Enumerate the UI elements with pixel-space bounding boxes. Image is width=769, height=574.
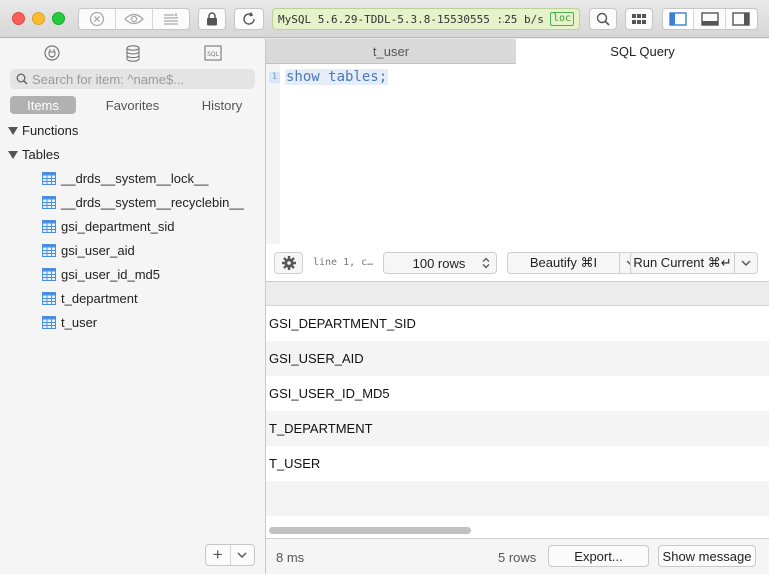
table-item-label: gsi_user_id_md5 xyxy=(61,266,161,282)
table-row[interactable]: GSI_USER_AID xyxy=(266,341,769,376)
table-item[interactable]: gsi_user_aid xyxy=(42,241,135,259)
sidebar-icon-bar: SQL xyxy=(0,39,266,66)
chevron-down-icon xyxy=(741,260,751,266)
beautify-button[interactable]: Beautify ⌘I xyxy=(507,252,620,274)
sql-editor[interactable]: 1 show tables; xyxy=(266,64,769,244)
right-panel-icon[interactable] xyxy=(726,9,757,29)
table-icon xyxy=(42,315,56,329)
sidebar-tabs: Items Favorites History xyxy=(10,96,255,114)
results-header xyxy=(266,281,769,306)
sidebar: SQL Items Favorites History Functions Ta… xyxy=(0,39,266,574)
horizontal-scrollbar[interactable] xyxy=(266,518,769,538)
loc-badge: loc xyxy=(549,12,574,26)
eye-icon[interactable] xyxy=(116,9,153,29)
table-row[interactable]: GSI_USER_ID_MD5 xyxy=(266,376,769,411)
table-row[interactable]: T_DEPARTMENT xyxy=(266,411,769,446)
row-limit-select[interactable]: 100 rows xyxy=(383,252,497,274)
stop-icon[interactable] xyxy=(79,9,116,29)
row-count: 5 rows xyxy=(498,550,537,565)
gear-icon[interactable] xyxy=(274,252,303,274)
table-item[interactable]: gsi_user_id_md5 xyxy=(42,265,160,283)
refresh-icon[interactable] xyxy=(234,8,264,30)
empty-row xyxy=(266,481,769,516)
table-item[interactable]: t_user xyxy=(42,313,97,331)
disclosure-triangle-icon xyxy=(8,150,18,159)
table-item-label: __drds__system__lock__ xyxy=(61,170,209,186)
run-menu-button[interactable] xyxy=(734,252,758,274)
add-button[interactable]: + xyxy=(206,545,231,565)
left-panel-icon[interactable] xyxy=(663,9,695,29)
table-row[interactable]: T_USER xyxy=(266,446,769,481)
functions-label: Functions xyxy=(22,123,79,138)
tables-group[interactable]: Tables xyxy=(8,147,60,162)
minimize-window-button[interactable] xyxy=(32,12,45,25)
grid-icon[interactable] xyxy=(625,8,653,30)
table-icon xyxy=(42,243,56,257)
close-window-button[interactable] xyxy=(12,12,25,25)
tab-t-user[interactable]: t_user xyxy=(266,39,516,64)
sql-icon[interactable]: SQL xyxy=(201,44,225,62)
lock-icon[interactable] xyxy=(198,8,226,30)
bottom-panel-icon[interactable] xyxy=(694,9,726,29)
list-icon[interactable] xyxy=(153,9,189,29)
editor-gutter: 1 xyxy=(266,64,280,244)
zoom-window-button[interactable] xyxy=(52,12,65,25)
search-icon xyxy=(16,73,28,85)
layout-toggle-group xyxy=(662,8,758,30)
tab-items[interactable]: Items xyxy=(10,96,76,114)
connection-status: MySQL 5.6.29-TDDL-5.3.8-15530555 :… 25 b… xyxy=(272,8,580,30)
table-item-label: gsi_user_aid xyxy=(61,242,135,258)
chevron-down-icon[interactable] xyxy=(231,545,255,565)
cursor-position: line 1, c… xyxy=(313,257,374,268)
search-icon[interactable] xyxy=(589,8,617,30)
query-bar: line 1, c… 100 rows Beautify ⌘I Run Curr… xyxy=(266,244,769,281)
table-item-label: __drds__system__recyclebin__ xyxy=(61,194,244,210)
row-limit-value: 100 rows xyxy=(412,255,466,271)
results-footer: 8 ms 5 rows Export... Show message xyxy=(266,538,769,574)
table-icon xyxy=(42,195,56,209)
table-icon xyxy=(42,171,56,185)
show-message-button[interactable]: Show message xyxy=(658,545,756,567)
table-icon xyxy=(42,291,56,305)
table-item-label: t_department xyxy=(61,290,138,306)
main-tabs: t_user SQL Query xyxy=(266,39,769,64)
svg-text:SQL: SQL xyxy=(207,51,220,58)
table-item-label: t_user xyxy=(61,314,98,330)
scrollbar-thumb[interactable] xyxy=(269,527,471,534)
tab-history[interactable]: History xyxy=(189,96,255,114)
database-icon[interactable] xyxy=(121,44,145,62)
toolbar-action-group xyxy=(78,8,190,30)
table-icon xyxy=(42,219,56,233)
tab-favorites[interactable]: Favorites xyxy=(100,96,166,114)
connection-label: MySQL 5.6.29-TDDL-5.3.8-15530555 :… xyxy=(278,12,505,26)
results-table: GSI_DEPARTMENT_SID GSI_USER_AID GSI_USER_I… xyxy=(266,306,769,518)
table-item[interactable]: __drds__system__lock__ xyxy=(42,169,208,187)
sidebar-bottom-controls: + xyxy=(205,544,255,566)
tab-sql-query[interactable]: SQL Query xyxy=(516,39,769,64)
editor-code[interactable]: show tables; xyxy=(285,69,389,85)
plug-icon[interactable] xyxy=(40,44,64,62)
table-item[interactable]: __drds__system__recyclebin__ xyxy=(42,193,244,211)
toolbar: MySQL 5.6.29-TDDL-5.3.8-15530555 :… 25 b… xyxy=(0,0,769,38)
disclosure-triangle-icon xyxy=(8,126,18,135)
line-number: 1 xyxy=(269,72,280,83)
table-item-label: gsi_department_sid xyxy=(61,218,175,234)
table-row[interactable]: GSI_DEPARTMENT_SID xyxy=(266,306,769,341)
transfer-rate: 25 b/s xyxy=(504,12,544,26)
functions-group[interactable]: Functions xyxy=(8,123,78,138)
table-icon xyxy=(42,267,56,281)
table-item[interactable]: gsi_department_sid xyxy=(42,217,174,235)
stepper-icon xyxy=(482,257,490,269)
table-item[interactable]: t_department xyxy=(42,289,138,307)
run-current-button[interactable]: Run Current ⌘↵ xyxy=(630,252,735,274)
sidebar-search-input[interactable] xyxy=(32,71,242,87)
sidebar-search xyxy=(10,69,255,89)
query-time: 8 ms xyxy=(276,550,305,565)
tables-label: Tables xyxy=(22,147,60,162)
export-button[interactable]: Export... xyxy=(548,545,649,567)
